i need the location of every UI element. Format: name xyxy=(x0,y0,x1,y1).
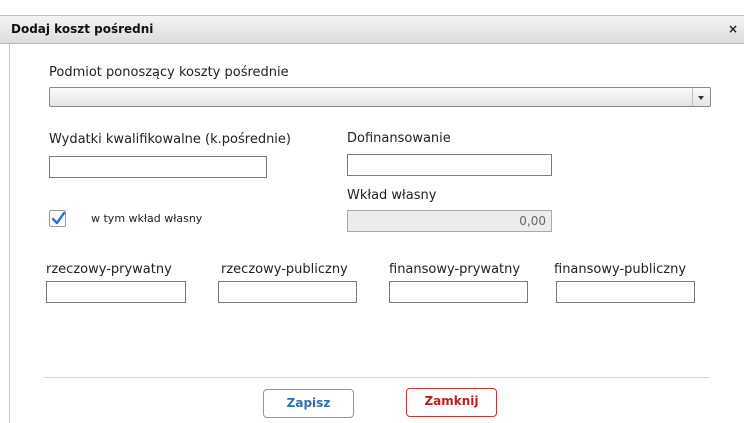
include-own-checkbox[interactable] xyxy=(49,210,66,227)
entity-select[interactable] xyxy=(49,87,711,107)
chevron-down-icon[interactable] xyxy=(692,88,710,106)
dialog-titlebar: Dodaj koszt pośredni × xyxy=(0,15,744,44)
contribution-label-1: rzeczowy-publiczny xyxy=(221,262,348,277)
contribution-label-3: finansowy-publiczny xyxy=(554,262,687,277)
own-contribution-input xyxy=(347,210,552,232)
own-contribution-label: Wkład własny xyxy=(347,188,437,203)
close-button[interactable]: Zamknij xyxy=(406,388,497,417)
entity-label: Podmiot ponoszący koszty pośrednie xyxy=(49,65,289,80)
contribution-input-1[interactable] xyxy=(218,281,357,303)
contribution-label-0: rzeczowy-prywatny xyxy=(46,262,172,277)
checkmark-icon xyxy=(51,211,66,225)
contribution-label-2: finansowy-prywatny xyxy=(389,262,521,277)
include-own-label: w tym wkład własny xyxy=(91,212,203,225)
footer-divider xyxy=(44,377,710,378)
save-button[interactable]: Zapisz xyxy=(263,389,354,418)
contribution-input-0[interactable] xyxy=(46,281,186,303)
contribution-input-2[interactable] xyxy=(389,281,528,303)
close-icon[interactable]: × xyxy=(728,22,738,36)
cofinancing-label: Dofinansowanie xyxy=(347,131,451,146)
dialog-border xyxy=(9,43,10,423)
qualified-expenses-input[interactable] xyxy=(49,156,267,178)
add-indirect-cost-dialog: Dodaj koszt pośredni × Podmiot ponoszący… xyxy=(0,0,744,423)
dialog-title: Dodaj koszt pośredni xyxy=(11,22,154,36)
contribution-input-3[interactable] xyxy=(556,281,695,303)
qualified-expenses-label: Wydatki kwalifikowalne (k.pośrednie) xyxy=(49,132,291,147)
cofinancing-input[interactable] xyxy=(347,154,552,176)
